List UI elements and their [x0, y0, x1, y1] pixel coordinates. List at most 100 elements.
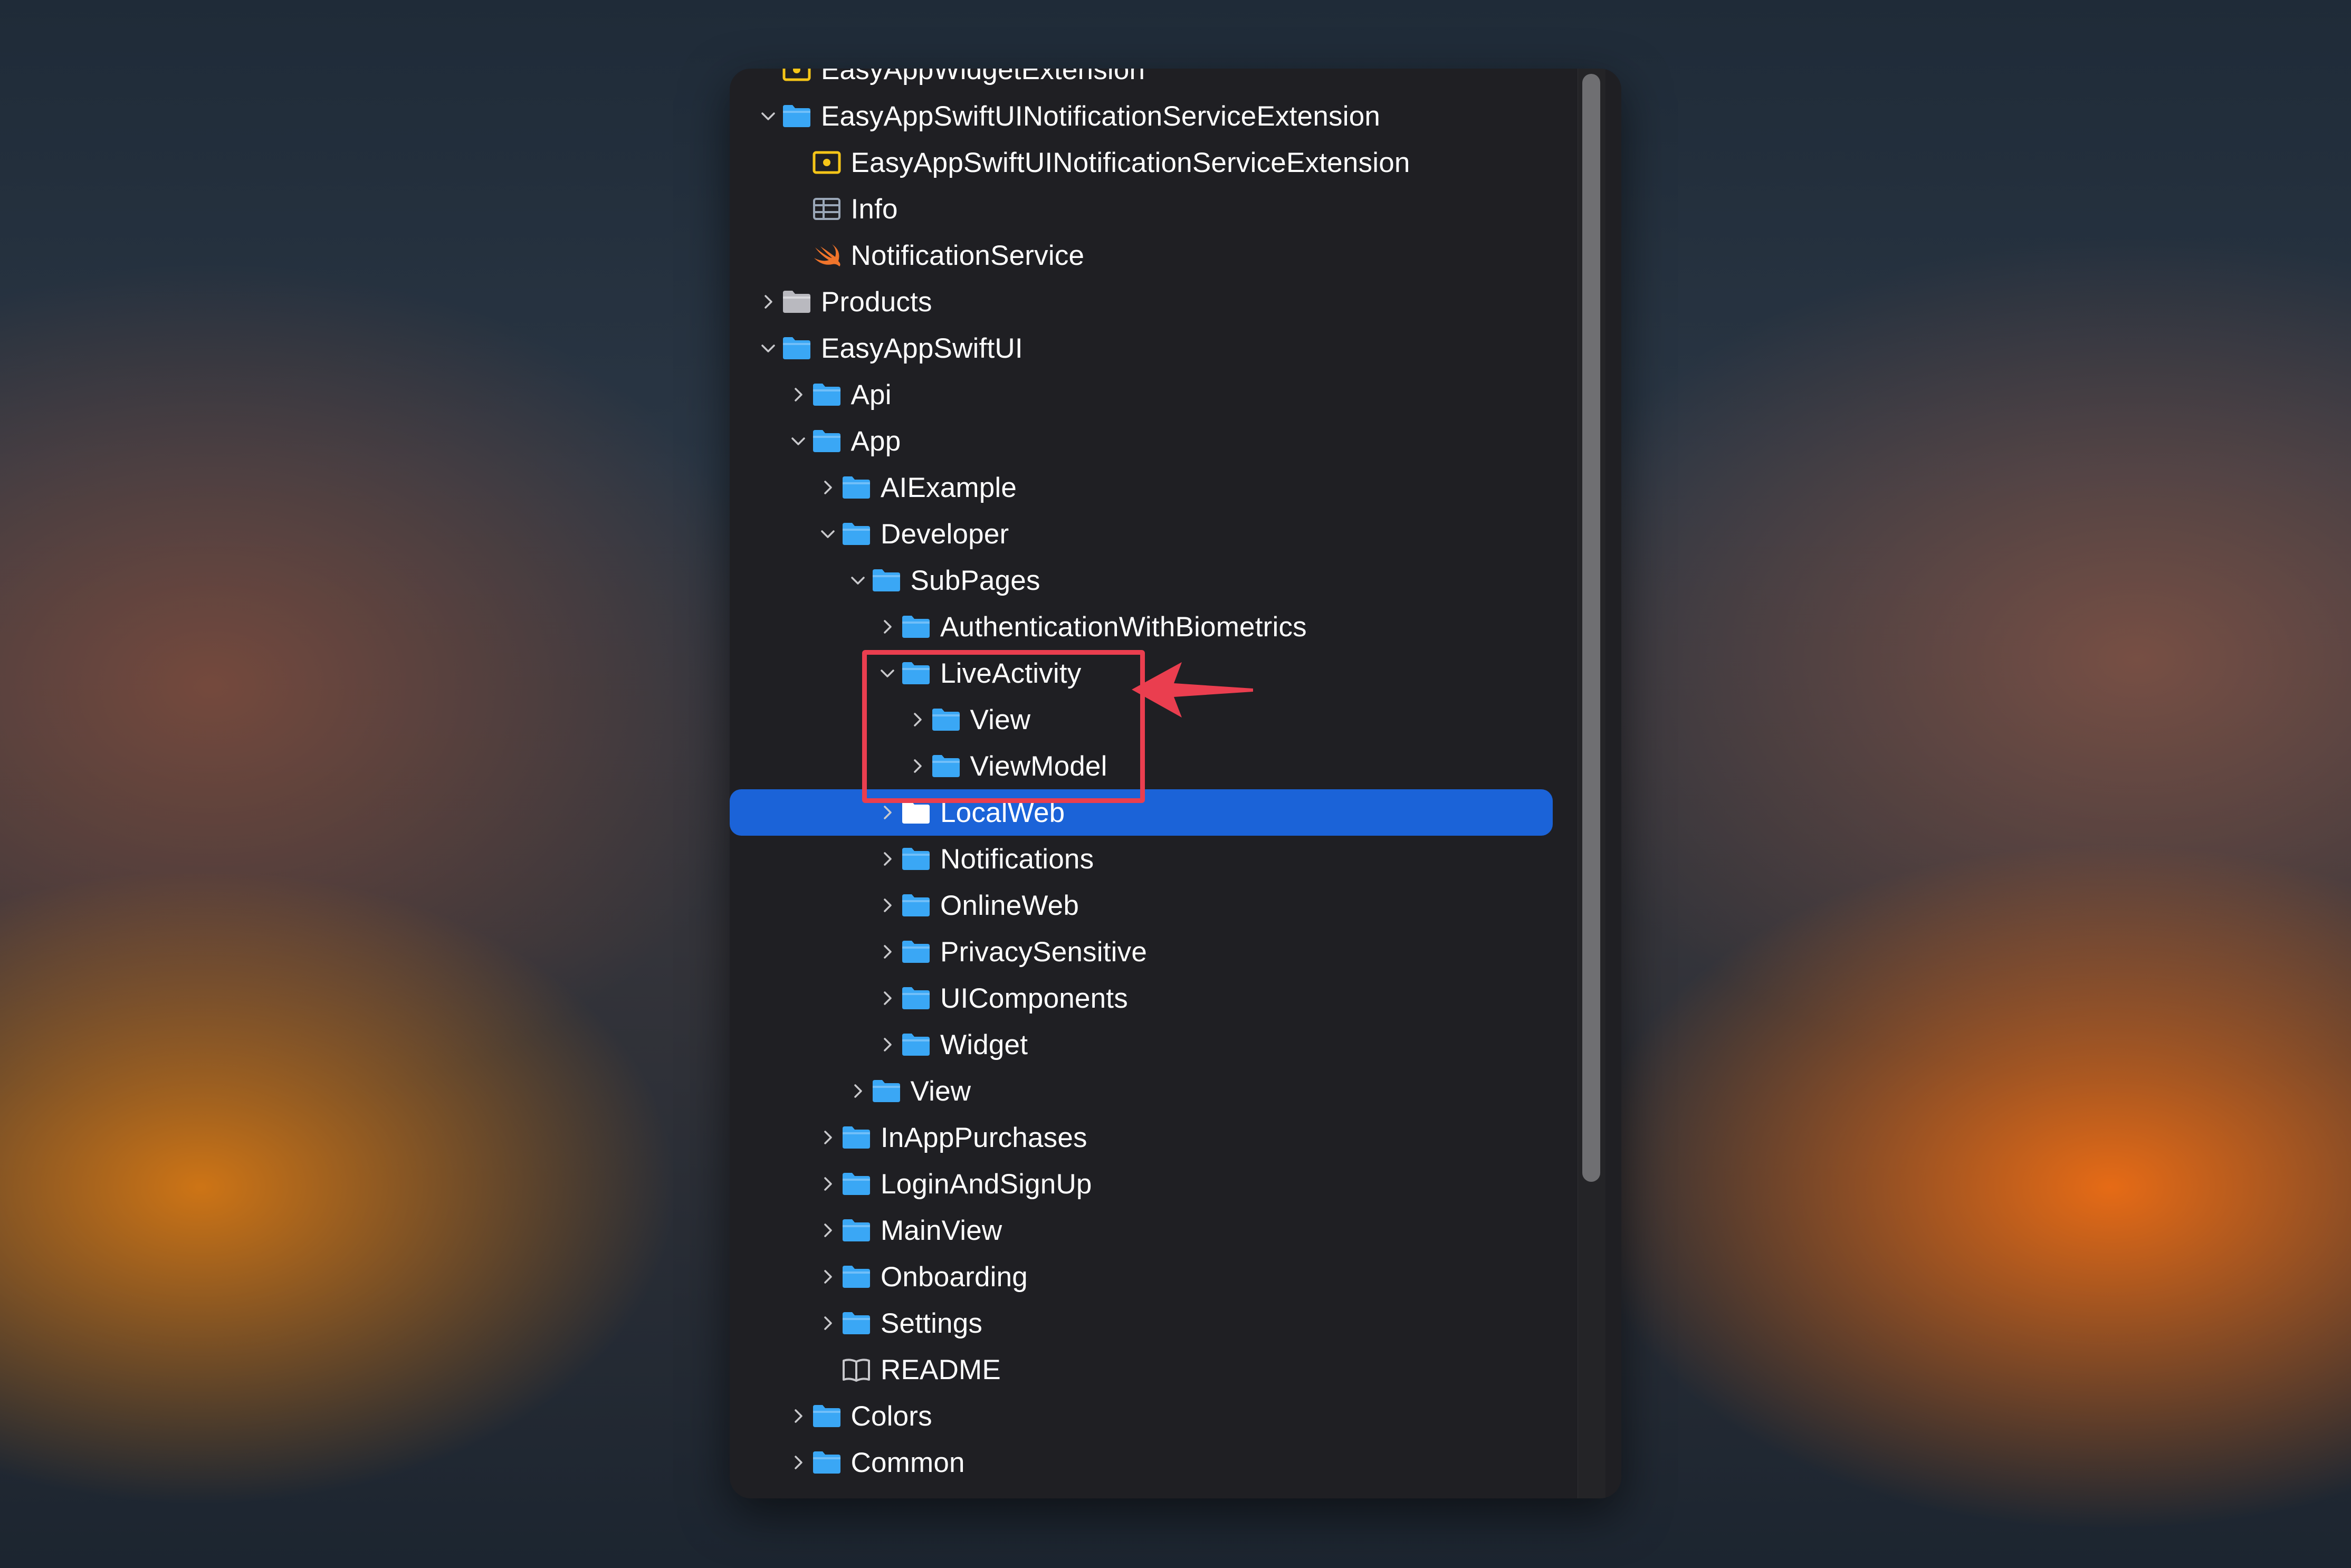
navigator-item-label: View — [910, 1075, 971, 1107]
navigator-item-label: Common — [850, 1447, 965, 1478]
folder-icon — [839, 1300, 873, 1346]
chevron-right-icon[interactable] — [783, 1393, 813, 1439]
navigator-item-label: Onboarding — [881, 1261, 1028, 1293]
folder-icon — [899, 882, 933, 929]
navigator-item-label: Info — [850, 193, 898, 225]
chevron-right-icon[interactable] — [813, 1207, 843, 1254]
chevron-down-icon[interactable] — [753, 93, 783, 139]
chevron-right-icon[interactable] — [813, 464, 843, 511]
navigator-item-label: SubPages — [910, 565, 1040, 596]
navigator-item-onlineweb[interactable]: OnlineWeb — [730, 882, 1553, 929]
folder-icon — [839, 464, 873, 511]
navigator-item-subpages[interactable]: SubPages — [730, 557, 1553, 604]
chevron-right-icon[interactable] — [873, 975, 902, 1021]
navigator-item-info[interactable]: Info — [730, 186, 1553, 232]
navigator-item-label: AIExample — [881, 472, 1017, 503]
folder-icon — [899, 604, 933, 650]
navigator-item-onboarding[interactable]: Onboarding — [730, 1254, 1553, 1300]
chevron-right-icon[interactable] — [873, 929, 902, 975]
folder-icon — [810, 1393, 844, 1439]
chevron-right-icon[interactable] — [783, 1439, 813, 1486]
chevron-right-icon[interactable] — [873, 1021, 902, 1068]
annotation-arrow-icon — [1132, 662, 1253, 718]
annotation-highlight-box — [862, 650, 1145, 803]
navigator-item-easyappswiftui[interactable]: EasyAppSwiftUI — [730, 325, 1553, 371]
navigator-item-uicomponents[interactable]: UIComponents — [730, 975, 1553, 1021]
folder-icon — [839, 1114, 873, 1161]
navigator-item-label: Notifications — [940, 843, 1094, 875]
chevron-right-icon[interactable] — [753, 279, 783, 325]
navigator-item-label: EasyAppSwiftUINotificationServiceExtensi… — [821, 100, 1381, 132]
navigator-item-easyappwidgetextension[interactable]: EasyAppWidgetExtension — [730, 69, 1553, 93]
folder-icon — [899, 836, 933, 882]
chevron-right-icon[interactable] — [843, 1068, 873, 1114]
chevron-down-icon[interactable] — [843, 557, 873, 604]
navigator-item-label: UIComponents — [940, 982, 1128, 1014]
chevron-right-icon[interactable] — [873, 604, 902, 650]
navigator-item-readme[interactable]: README — [730, 1346, 1553, 1393]
folder-icon — [810, 371, 844, 418]
navigator-item-label: Api — [850, 379, 892, 410]
navigator-item-label: InAppPurchases — [881, 1122, 1087, 1153]
folder-icon — [839, 1254, 873, 1300]
folder-icon — [869, 557, 903, 604]
target-extension-icon — [780, 69, 814, 93]
navigator-item-label: NotificationService — [850, 240, 1085, 271]
navigator-item-loginandsignup[interactable]: LoginAndSignUp — [730, 1161, 1553, 1207]
folder-icon — [839, 511, 873, 557]
plist-table-icon — [810, 186, 844, 232]
navigator-item-easyappswiftuinotificationserviceextension[interactable]: EasyAppSwiftUINotificationServiceExtensi… — [730, 139, 1553, 186]
navigator-item-label: App — [850, 425, 901, 457]
navigator-item-settings[interactable]: Settings — [730, 1300, 1553, 1346]
swift-file-icon — [810, 232, 844, 279]
navigator-item-label: EasyAppSwiftUI — [821, 332, 1023, 364]
chevron-right-icon[interactable] — [873, 882, 902, 929]
navigator-item-notifications[interactable]: Notifications — [730, 836, 1553, 882]
navigator-item-label: Settings — [881, 1307, 983, 1339]
folder-icon — [839, 1161, 873, 1207]
navigator-item-label: AuthenticationWithBiometrics — [940, 611, 1307, 643]
navigator-item-inapppurchases[interactable]: InAppPurchases — [730, 1114, 1553, 1161]
folder-icon — [899, 975, 933, 1021]
chevron-down-icon[interactable] — [783, 418, 813, 464]
navigator-item-label: Products — [821, 286, 932, 318]
chevron-down-icon[interactable] — [753, 325, 783, 371]
navigator-item-notificationservice[interactable]: NotificationService — [730, 232, 1553, 279]
navigator-item-app[interactable]: App — [730, 418, 1553, 464]
navigator-item-view[interactable]: View — [730, 1068, 1553, 1114]
folder-icon — [899, 929, 933, 975]
chevron-right-icon[interactable] — [813, 1254, 843, 1300]
navigator-item-privacysensitive[interactable]: PrivacySensitive — [730, 929, 1553, 975]
navigator-item-widget[interactable]: Widget — [730, 1021, 1553, 1068]
folder-icon — [810, 1439, 844, 1486]
folder-icon — [869, 1068, 903, 1114]
navigator-item-developer[interactable]: Developer — [730, 511, 1553, 557]
scrollbar-thumb[interactable] — [1582, 74, 1600, 1182]
chevron-down-icon[interactable] — [813, 511, 843, 557]
chevron-right-icon[interactable] — [813, 1161, 843, 1207]
navigator-item-label: Widget — [940, 1029, 1028, 1060]
navigator-item-aiexample[interactable]: AIExample — [730, 464, 1553, 511]
navigator-item-products[interactable]: Products — [730, 279, 1553, 325]
chevron-right-icon[interactable] — [813, 1114, 843, 1161]
folder-icon — [810, 418, 844, 464]
navigator-item-common[interactable]: Common — [730, 1439, 1553, 1486]
navigator-item-label: MainView — [881, 1215, 1002, 1246]
chevron-right-icon[interactable] — [783, 371, 813, 418]
folder-icon — [839, 1207, 873, 1254]
navigator-item-mainview[interactable]: MainView — [730, 1207, 1553, 1254]
navigator-item-label: Colors — [850, 1400, 932, 1432]
chevron-right-icon[interactable] — [873, 836, 902, 882]
chevron-right-icon[interactable] — [813, 1300, 843, 1346]
navigator-item-label: EasyAppWidgetExtension — [821, 69, 1145, 85]
navigator-item-colors[interactable]: Colors — [730, 1393, 1553, 1439]
navigator-item-api[interactable]: Api — [730, 371, 1553, 418]
folder-icon — [899, 1021, 933, 1068]
navigator-item-easyappswiftuinotificationserviceextension[interactable]: EasyAppSwiftUINotificationServiceExtensi… — [730, 93, 1553, 139]
navigator-item-label: Developer — [881, 518, 1009, 550]
navigator-item-label: LoginAndSignUp — [881, 1168, 1092, 1200]
navigator-item-label: EasyAppSwiftUINotificationServiceExtensi… — [850, 147, 1410, 178]
navigator-item-authenticationwithbiometrics[interactable]: AuthenticationWithBiometrics — [730, 604, 1553, 650]
navigator-item-label: PrivacySensitive — [940, 936, 1148, 968]
book-icon — [839, 1346, 873, 1393]
